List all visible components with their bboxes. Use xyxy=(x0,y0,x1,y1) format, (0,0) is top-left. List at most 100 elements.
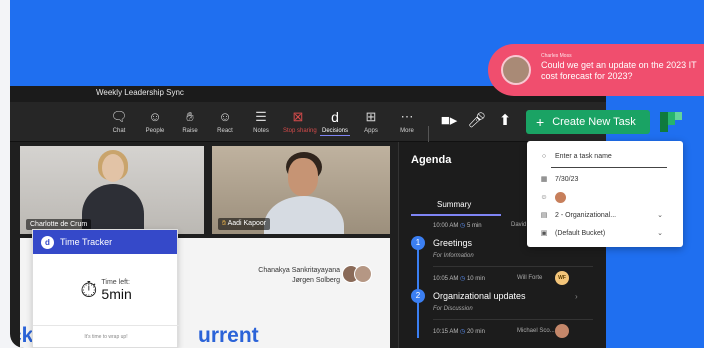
agenda-item-title[interactable]: Greetings xyxy=(433,238,472,248)
bucket-row[interactable]: ▣ (Default Bucket) xyxy=(539,229,606,238)
agenda-item-number: 1 xyxy=(411,236,425,250)
agenda-item-time: 10:15 AM ◷ 20 min xyxy=(433,329,485,335)
participant-name: ✋︎ Aadi Kapoor xyxy=(218,218,271,230)
react-button[interactable]: ☺ React xyxy=(210,109,240,135)
timer-icon: ⏱︎ xyxy=(80,277,98,302)
notes-icon: ☰ xyxy=(255,109,267,124)
decisions-logo-icon: d xyxy=(41,235,54,249)
plan-select[interactable]: 2 - Organizational... xyxy=(555,212,616,219)
more-button[interactable]: ⋯ More xyxy=(392,109,422,135)
video-tile-aadi[interactable]: ✋︎ Aadi Kapoor xyxy=(212,146,390,234)
agenda-item-title[interactable]: Organizational updates xyxy=(433,291,526,301)
agenda-item-owner: Will Forte xyxy=(517,275,543,281)
share-tray-button[interactable]: ⬆ xyxy=(490,113,520,129)
raised-hand-icon: ✋︎ xyxy=(222,220,226,227)
agenda-divider xyxy=(433,319,593,320)
hand-icon: ✋︎ xyxy=(186,109,194,124)
time-tracker-card: d Time Tracker ⏱︎ Time left: 5min It's t… xyxy=(32,229,179,348)
create-new-task-button[interactable]: + Create New Task xyxy=(526,110,650,134)
camera-icon: ■▸ xyxy=(440,112,458,129)
time-left-label: Time left: xyxy=(101,278,130,286)
clock-icon: ◷ xyxy=(460,276,466,282)
people-button[interactable]: ☺︎ People xyxy=(140,109,170,135)
planner-logo-icon xyxy=(660,112,682,132)
presenter-name: Jørgen Solberg xyxy=(292,277,340,284)
decisions-button[interactable]: d Decisions xyxy=(320,109,350,136)
people-icon: ☺︎ xyxy=(148,109,162,124)
agenda-item-subtitle: For Information xyxy=(433,253,474,259)
time-tracker-title: Time Tracker xyxy=(60,237,113,247)
notes-button[interactable]: ☰ Notes xyxy=(246,109,276,135)
chevron-down-icon[interactable]: ⌄ xyxy=(657,211,663,219)
assignee-avatar[interactable] xyxy=(555,192,566,203)
avatar xyxy=(354,265,372,283)
assignee-row[interactable]: ☺ xyxy=(539,192,566,203)
plus-icon: + xyxy=(536,114,545,130)
raise-hand-button[interactable]: ✋︎ Raise xyxy=(175,109,205,135)
bucket-select[interactable]: (Default Bucket) xyxy=(555,230,605,237)
agenda-title: Agenda xyxy=(411,154,452,166)
chevron-right-icon[interactable]: › xyxy=(575,292,578,301)
stop-share-icon: ⊠ xyxy=(292,109,304,124)
tab-summary[interactable]: Summary xyxy=(437,200,471,209)
new-task-popup: ○ Enter a task name ▦ 7/30/23 ☺ ▤ 2 - Or… xyxy=(527,141,683,247)
apps-button[interactable]: ⊞ Apps xyxy=(356,109,386,135)
task-name-input[interactable]: Enter a task name xyxy=(555,153,612,160)
presenter-name: Chanakya Sankritayayana xyxy=(258,267,340,274)
task-name-row[interactable]: ○ Enter a task name xyxy=(539,153,612,160)
time-left-value: 5min xyxy=(101,285,132,302)
meeting-toolbar: 🗨︎ Chat ☺︎ People ✋︎ Raise ☺ React ☰ Not… xyxy=(10,102,606,148)
chevron-down-icon[interactable]: ⌄ xyxy=(657,229,663,237)
mic-icon: 🎤︎ xyxy=(467,112,487,129)
plan-row[interactable]: ▤ 2 - Organizational... xyxy=(539,211,616,220)
sender-name: Charles Moss xyxy=(541,53,572,59)
bucket-icon: ▣ xyxy=(540,230,548,237)
time-tracker-body: ⏱︎ Time left: 5min xyxy=(33,254,179,326)
chat-button[interactable]: 🗨︎ Chat xyxy=(104,109,134,135)
clock-icon: ◷ xyxy=(460,223,466,229)
calendar-icon: ▦ xyxy=(540,176,548,183)
clock-icon: ◷ xyxy=(460,329,466,335)
smile-icon: ☺ xyxy=(218,109,232,124)
presenter-avatars xyxy=(342,265,376,285)
time-tracker-header: d Time Tracker xyxy=(33,230,177,254)
agenda-item-owner: Michael Sco... xyxy=(517,328,555,334)
active-tab-indicator xyxy=(411,214,501,216)
time-tracker-footer: It's time to wrap up! xyxy=(33,325,179,347)
planner-logo-part xyxy=(668,112,675,125)
due-date-row[interactable]: ▦ 7/30/23 xyxy=(539,175,579,184)
participant-figure xyxy=(102,154,124,182)
sender-avatar xyxy=(501,55,531,85)
owner-avatar: WF xyxy=(555,271,569,285)
agenda-item-owner: David xyxy=(511,222,527,228)
plan-icon: ▤ xyxy=(540,212,548,219)
participant-figure xyxy=(82,184,144,234)
mic-button[interactable]: 🎤︎ xyxy=(462,113,492,129)
stop-sharing-button[interactable]: ⊠ Stop sharing xyxy=(283,109,317,135)
task-name-underline xyxy=(551,167,667,168)
apps-icon: ⊞ xyxy=(365,109,377,124)
agenda-item-time: 10:05 AM ◷ 10 min xyxy=(433,276,485,282)
planner-logo-part xyxy=(660,112,668,132)
more-icon: ⋯ xyxy=(400,109,414,124)
share-tray-icon: ⬆ xyxy=(498,112,512,129)
notification-message: Could we get an update on the 2023 IT co… xyxy=(541,60,697,81)
owner-avatar xyxy=(555,324,569,338)
agenda-item-number: 2 xyxy=(411,289,425,303)
decisions-icon: d xyxy=(331,109,339,125)
due-date-value[interactable]: 7/30/23 xyxy=(555,176,578,183)
participant-figure xyxy=(264,196,344,234)
participant-figure xyxy=(288,158,318,196)
planner-logo-part xyxy=(675,112,682,120)
video-tile-charlotte[interactable]: Charlotte de Crum xyxy=(20,146,204,234)
slide-heading: urrent xyxy=(198,324,259,347)
agenda-divider xyxy=(433,266,593,267)
camera-button[interactable]: ■▸ xyxy=(434,113,464,129)
presenter-list: Chanakya Sankritayayana Jørgen Solberg xyxy=(258,266,340,286)
meeting-title: Weekly Leadership Sync xyxy=(96,88,184,97)
radio-circle-icon[interactable]: ○ xyxy=(539,153,549,160)
agenda-item-subtitle: For Discussion xyxy=(433,306,473,312)
screenshot-card: Weekly Leadership Sync 🗨︎ Chat ☺︎ People… xyxy=(10,0,704,348)
chat-notification-bubble[interactable]: Charles Moss Could we get an update on t… xyxy=(488,44,704,96)
chat-icon: 🗨︎ xyxy=(110,109,128,124)
